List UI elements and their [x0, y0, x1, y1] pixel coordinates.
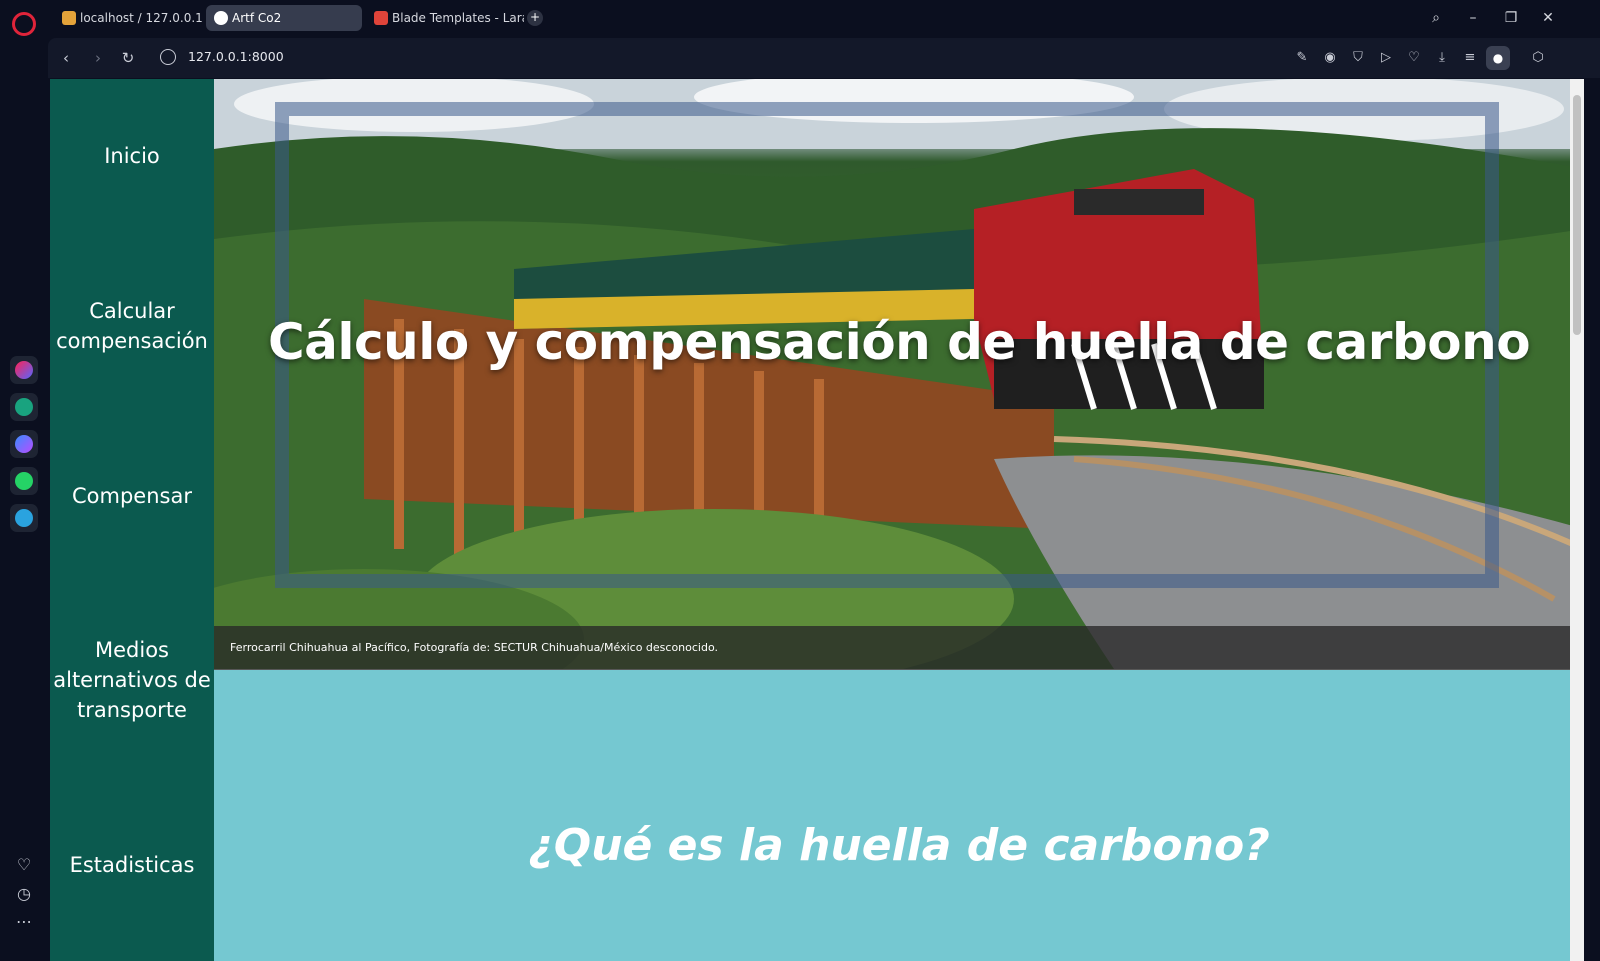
hero-title: Cálculo y compensación de huella de carb…: [267, 313, 1531, 371]
tab-label: Artf Co2: [232, 11, 282, 25]
train-photo: [214, 79, 1584, 669]
section-title: ¿Qué es la huella de carbono?: [528, 820, 1270, 871]
site-info-icon[interactable]: [160, 49, 176, 65]
intro-section: ¿Qué es la huella de carbono?: [214, 670, 1584, 961]
whatsapp-icon[interactable]: [10, 467, 38, 495]
telegram-icon[interactable]: [10, 504, 38, 532]
tab-phpmyadmin[interactable]: localhost / 127.0.0.1 / por: [54, 5, 204, 31]
hero-banner: Cálculo y compensación de huella de carb…: [214, 79, 1584, 669]
favorite-icon[interactable]: ♡: [1404, 48, 1424, 68]
opera-logo-icon[interactable]: [12, 12, 36, 36]
minimize-icon[interactable]: –: [1463, 8, 1483, 28]
camera-icon[interactable]: ◉: [1320, 48, 1340, 68]
menu-icon[interactable]: ≡: [1460, 48, 1480, 68]
nav-estadisticas[interactable]: Estadisticas: [50, 850, 214, 880]
reload-icon[interactable]: ↻: [118, 48, 138, 68]
chatgpt-icon[interactable]: [10, 393, 38, 421]
scrollbar-thumb[interactable]: [1573, 95, 1581, 335]
new-tab-button[interactable]: +: [527, 10, 543, 26]
nav-medios-alternativos[interactable]: Medios alternativos de transporte: [50, 635, 214, 725]
tab-laravel-blade[interactable]: Blade Templates - Laravel: [366, 5, 524, 31]
tab-label: Blade Templates - Laravel: [392, 11, 524, 25]
download-icon[interactable]: ⤓: [1432, 48, 1452, 68]
laravel-icon: [374, 11, 388, 25]
scrollbar[interactable]: [1570, 79, 1584, 961]
heart-icon[interactable]: ♡: [14, 855, 34, 875]
nav-inicio[interactable]: Inicio: [50, 141, 214, 171]
tab-label: localhost / 127.0.0.1 / por: [80, 11, 204, 25]
photo-caption: Ferrocarril Chihuahua al Pacífico, Fotog…: [214, 626, 1584, 670]
nav-compensar[interactable]: Compensar: [50, 481, 214, 511]
aria-icon[interactable]: [10, 356, 38, 384]
phpmyadmin-icon: [62, 11, 76, 25]
url-field[interactable]: 127.0.0.1:8000: [188, 49, 284, 64]
back-icon[interactable]: ‹: [56, 48, 76, 68]
browser-side-rail: ♡ ◷ ⋯: [0, 0, 48, 961]
tab-artf-co2[interactable]: Artf Co2: [206, 5, 362, 31]
forward-icon[interactable]: ›: [88, 48, 108, 68]
edit-icon[interactable]: ✎: [1292, 48, 1312, 68]
globe-icon: [214, 11, 228, 25]
history-icon[interactable]: ◷: [14, 884, 34, 904]
play-icon[interactable]: ▷: [1376, 48, 1396, 68]
more-icon[interactable]: ⋯: [14, 912, 34, 932]
extensions-icon[interactable]: ⬡: [1528, 48, 1548, 68]
restore-icon[interactable]: ❐: [1501, 8, 1521, 28]
address-bar: ‹ › ↻ 127.0.0.1:8000 ✎ ◉ ⛉ ▷ ♡ ⤓ ≡ ● ⬡: [48, 38, 1600, 78]
profile-icon[interactable]: ●: [1486, 46, 1510, 70]
tab-strip: localhost / 127.0.0.1 / por Artf Co2 Bla…: [48, 0, 1600, 36]
close-icon[interactable]: ✕: [1538, 8, 1558, 28]
shield-icon[interactable]: ⛉: [1348, 48, 1368, 68]
search-tabs-icon[interactable]: ⌕: [1426, 8, 1446, 28]
nav-calcular-compensacion[interactable]: Calcular compensación: [50, 296, 214, 356]
messenger-icon[interactable]: [10, 430, 38, 458]
site-sidebar: Inicio Calcular compensación Compensar M…: [50, 79, 214, 961]
page-viewport: Inicio Calcular compensación Compensar M…: [50, 79, 1584, 961]
